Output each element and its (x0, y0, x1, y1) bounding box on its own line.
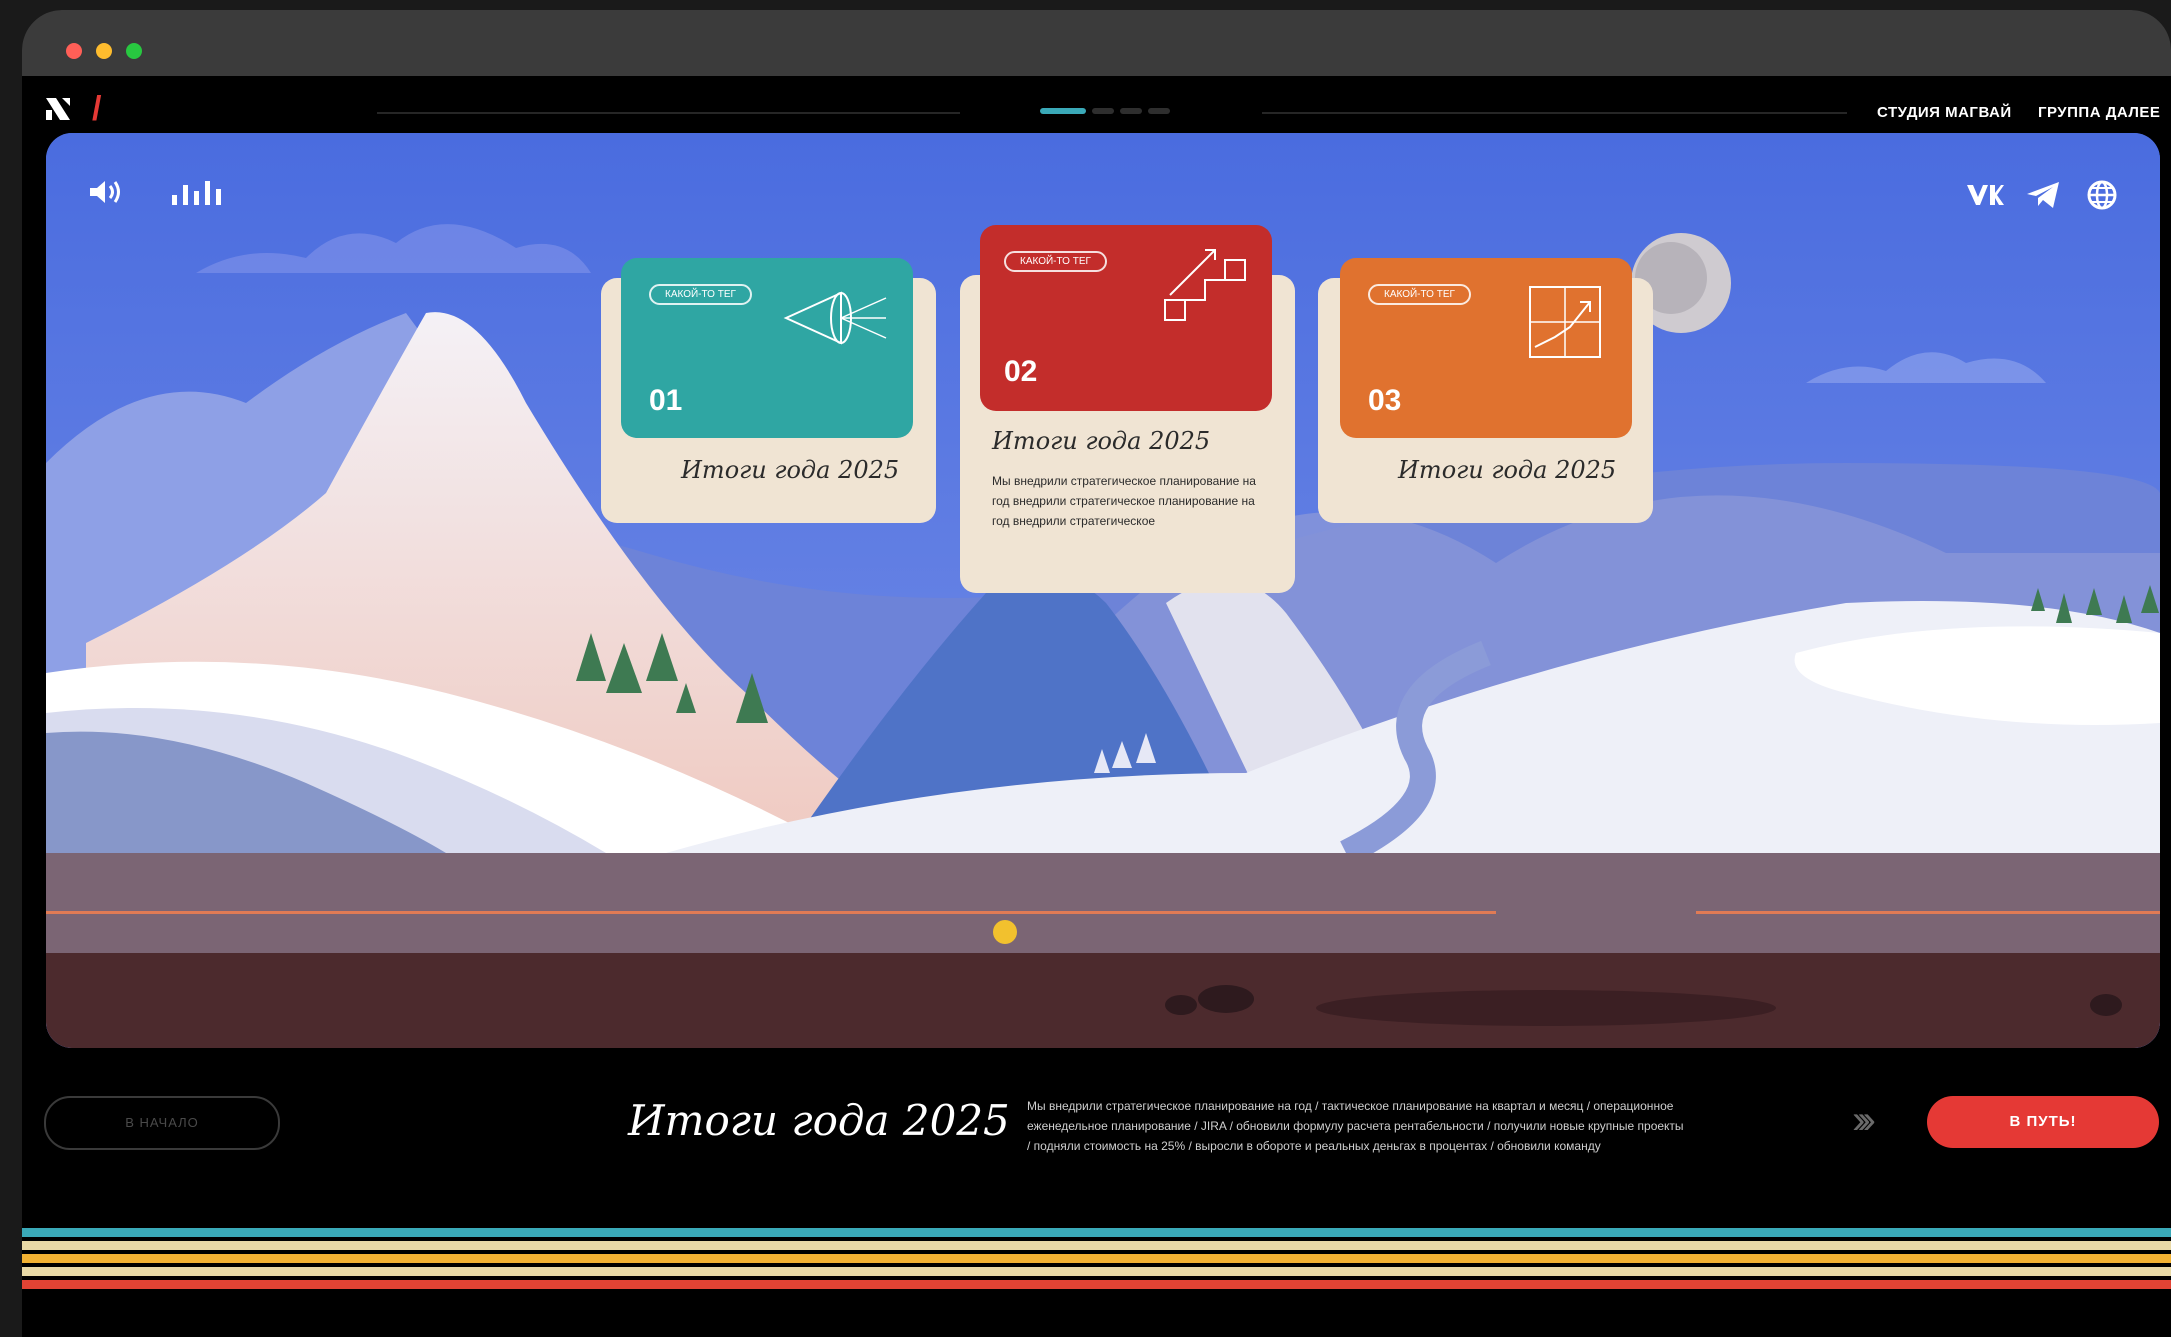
section-title: Итоги года 2025 (628, 1096, 1010, 1145)
minimize-window-button[interactable] (96, 43, 112, 59)
progress-segment-active[interactable] (1040, 108, 1086, 114)
group-link[interactable]: ГРУППА ДАЛЕЕ (2038, 104, 2160, 121)
header-line-right (1262, 112, 1847, 114)
telegram-icon (2027, 182, 2059, 208)
browser-window: / СТУДИЯ МАГВАЙ ГРУППА ДАЛЕЕ КАКОЙ-ТО ТЕ… (22, 10, 2171, 1337)
bottom-panel: В НАЧАЛО Итоги года 2025 Мы внедрили стр… (22, 1048, 2171, 1238)
section-description: Мы внедрили стратегическое планирование … (1027, 1099, 1684, 1153)
site-header: / СТУДИЯ МАГВАЙ ГРУППА ДАЛЕЕ (22, 76, 2171, 136)
studio-link[interactable]: СТУДИЯ МАГВАЙ (1877, 104, 2012, 121)
progress-segment[interactable] (1092, 108, 1114, 114)
language-button[interactable] (2086, 179, 2118, 216)
vk-icon (1967, 185, 2004, 205)
card-01[interactable]: КАКОЙ-ТО ТЕГ 01 Итоги года 2025 (601, 258, 936, 523)
stripe (22, 1267, 2171, 1276)
equalizer-button[interactable] (170, 179, 230, 210)
progress-segment[interactable] (1120, 108, 1142, 114)
telegram-link[interactable] (2026, 181, 2060, 214)
stripe (22, 1228, 2171, 1237)
stripe (22, 1254, 2171, 1263)
card-02-cover: КАКОЙ-ТО ТЕГ 02 (980, 225, 1272, 411)
progress-marker (993, 920, 1017, 944)
equalizer-icon (172, 181, 221, 205)
start-button[interactable]: В НАЧАЛО (44, 1096, 280, 1150)
card-number: 02 (1004, 355, 1038, 388)
maximize-window-button[interactable] (126, 43, 142, 59)
card-tag: КАКОЙ-ТО ТЕГ (1004, 251, 1107, 272)
card-title: Итоги года 2025 (992, 427, 1211, 455)
window-titlebar (22, 10, 2171, 76)
stripe (22, 1241, 2171, 1250)
card-number: 03 (1368, 384, 1402, 417)
chevrons-right-icon: ››› (1852, 1098, 1876, 1142)
vk-link[interactable] (1966, 183, 2004, 212)
growth-chart-icon (1529, 286, 1601, 358)
card-number: 01 (649, 384, 683, 417)
globe-icon (2087, 180, 2117, 210)
stairs-arrow-icon (1164, 249, 1246, 321)
stripe (22, 1280, 2171, 1289)
card-tag: КАКОЙ-ТО ТЕГ (649, 284, 752, 305)
card-description: Мы внедрили стратегическое планирование … (992, 474, 1256, 528)
card-title: Итоги года 2025 (681, 456, 900, 484)
header-line-left (377, 112, 960, 114)
speaker-icon (90, 181, 120, 203)
card-03[interactable]: КАКОЙ-ТО ТЕГ 03 Итоги года 2025 (1318, 258, 1653, 523)
brand-logo-icon[interactable] (44, 96, 72, 129)
card-01-cover: КАКОЙ-ТО ТЕГ 01 (621, 258, 913, 438)
close-window-button[interactable] (66, 43, 82, 59)
slash-divider: / (92, 90, 102, 128)
card-03-cover: КАКОЙ-ТО ТЕГ 03 (1340, 258, 1632, 438)
sound-toggle-button[interactable] (88, 179, 122, 210)
card-tag: КАКОЙ-ТО ТЕГ (1368, 284, 1471, 305)
progress-segment[interactable] (1148, 108, 1170, 114)
card-title: Итоги года 2025 (1398, 456, 1617, 484)
card-02[interactable]: КАКОЙ-ТО ТЕГ 02 Итоги года 2025 Мы внедр… (960, 225, 1295, 593)
telescope-icon (783, 291, 887, 345)
hero-scene: КАКОЙ-ТО ТЕГ 01 Итоги года 2025 КАКОЙ-ТО… (46, 133, 2160, 1048)
go-button[interactable]: В ПУТЬ! (1927, 1096, 2159, 1148)
